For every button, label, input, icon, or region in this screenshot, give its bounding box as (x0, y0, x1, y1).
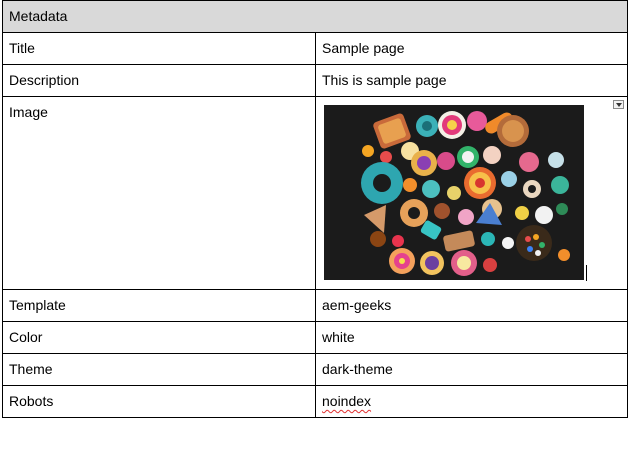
title-value-cell[interactable]: Sample page (315, 32, 628, 65)
robots-value-cell[interactable]: noindex (315, 385, 628, 418)
template-value-cell[interactable]: aem-geeks (315, 289, 628, 322)
table-header-cell[interactable]: Metadata (2, 0, 628, 33)
robots-value-text: noindex (322, 393, 372, 409)
color-value-cell[interactable]: white (315, 321, 628, 354)
image-key-cell[interactable]: Image (2, 96, 316, 290)
candy-image-drawing (324, 105, 584, 280)
table-row-image: Image (2, 96, 628, 290)
table-row-title: Title Sample page (2, 32, 628, 65)
title-key-cell[interactable]: Title (2, 32, 316, 65)
table-row-template: Template aem-geeks (2, 289, 628, 322)
color-key-cell[interactable]: Color (2, 321, 316, 354)
table-row-description: Description This is sample page (2, 64, 628, 97)
table-header-row: Metadata (2, 0, 628, 33)
table-row-theme: Theme dark-theme (2, 353, 628, 386)
theme-value-cell[interactable]: dark-theme (315, 353, 628, 386)
table-row-robots: Robots noindex (2, 385, 628, 418)
description-value-cell[interactable]: This is sample page (315, 64, 628, 97)
image-value-cell[interactable] (315, 96, 628, 290)
theme-key-cell[interactable]: Theme (2, 353, 316, 386)
text-cursor (586, 265, 587, 281)
metadata-table: Metadata Title Sample page Description T… (2, 0, 628, 418)
template-key-cell[interactable]: Template (2, 289, 316, 322)
description-key-cell[interactable]: Description (2, 64, 316, 97)
table-row-color: Color white (2, 321, 628, 354)
chevron-down-icon[interactable] (613, 100, 624, 109)
candy-image[interactable] (324, 105, 584, 280)
robots-key-cell[interactable]: Robots (2, 385, 316, 418)
